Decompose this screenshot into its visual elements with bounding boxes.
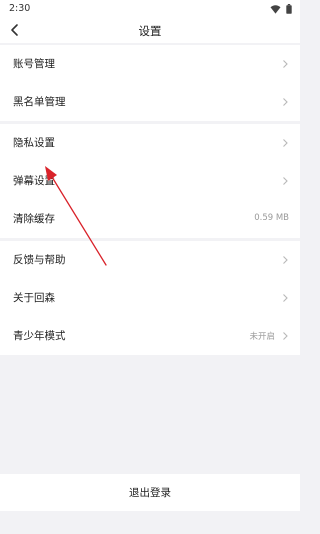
chevron-right-icon xyxy=(283,294,288,302)
status-bar: 2:30 xyxy=(0,0,300,18)
chevron-right-icon xyxy=(283,332,288,340)
settings-item-label: 关于回森 xyxy=(13,292,55,304)
settings-item-privacy[interactable]: 隐私设置 xyxy=(0,124,300,162)
logout-label: 退出登录 xyxy=(129,487,171,499)
cache-size-value: 0.59 MB xyxy=(254,213,289,223)
settings-item-label: 黑名单管理 xyxy=(13,96,66,108)
teen-mode-status: 未开启 xyxy=(249,332,275,342)
chevron-right-icon xyxy=(283,177,288,185)
settings-item-teen-mode[interactable]: 青少年模式 未开启 xyxy=(0,317,300,355)
settings-item-danmaku[interactable]: 弹幕设置 xyxy=(0,162,300,200)
settings-item-about[interactable]: 关于回森 xyxy=(0,279,300,317)
chevron-left-icon xyxy=(11,24,18,36)
settings-group-account: 账号管理 黑名单管理 xyxy=(0,45,300,121)
settings-item-feedback-help[interactable]: 反馈与帮助 xyxy=(0,241,300,279)
page-title: 设置 xyxy=(138,24,162,38)
settings-group-general: 隐私设置 弹幕设置 清除缓存 0.59 MB xyxy=(0,124,300,238)
status-time: 2:30 xyxy=(9,3,31,14)
settings-item-label: 隐私设置 xyxy=(13,137,55,149)
wifi-icon xyxy=(270,4,281,14)
settings-item-label: 清除缓存 xyxy=(13,213,55,225)
status-icons xyxy=(270,4,292,14)
settings-item-label: 反馈与帮助 xyxy=(13,254,66,266)
settings-item-clear-cache[interactable]: 清除缓存 0.59 MB xyxy=(0,200,300,238)
settings-item-label: 青少年模式 xyxy=(13,330,66,342)
chevron-right-icon xyxy=(283,98,288,106)
logout-button[interactable]: 退出登录 xyxy=(0,474,300,511)
battery-icon xyxy=(286,4,292,14)
chevron-right-icon xyxy=(283,139,288,147)
settings-item-label: 账号管理 xyxy=(13,58,55,70)
chevron-right-icon xyxy=(283,60,288,68)
settings-item-label: 弹幕设置 xyxy=(13,175,55,187)
settings-item-account-management[interactable]: 账号管理 xyxy=(0,45,300,83)
header: 设置 xyxy=(0,18,300,43)
settings-item-blacklist-management[interactable]: 黑名单管理 xyxy=(0,83,300,121)
chevron-right-icon xyxy=(283,256,288,264)
back-button[interactable] xyxy=(6,20,26,40)
settings-group-about: 反馈与帮助 关于回森 青少年模式 未开启 xyxy=(0,241,300,355)
